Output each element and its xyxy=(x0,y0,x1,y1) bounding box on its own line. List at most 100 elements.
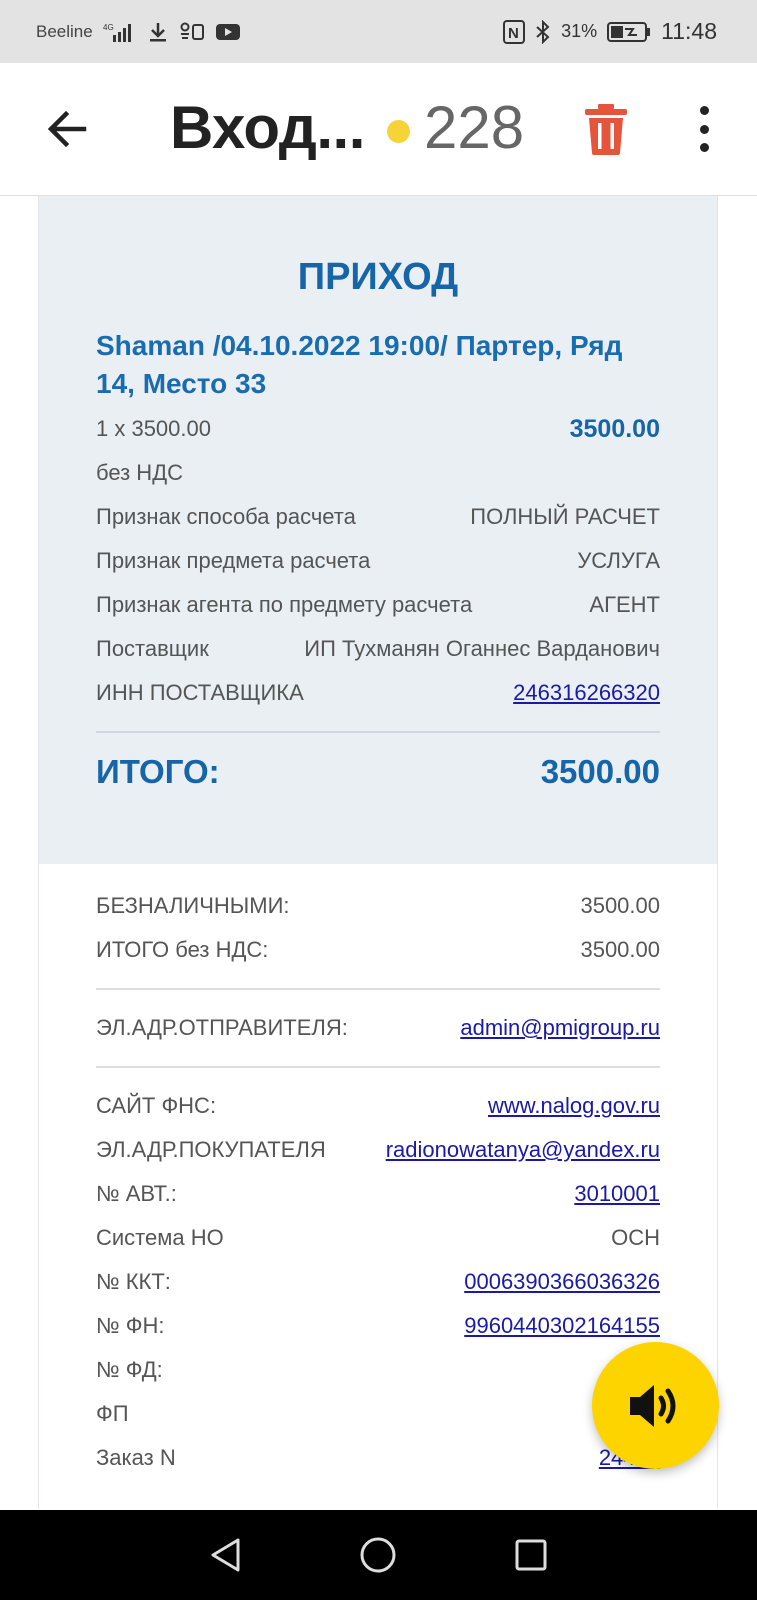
more-menu-button[interactable] xyxy=(690,101,718,157)
sender-row: ЭЛ.АДР.ОТПРАВИТЕЛЯ: admin@pmigroup.ru xyxy=(96,1006,660,1050)
info-row-label: № АВТ.: xyxy=(96,1181,177,1206)
info-row-link[interactable]: www.nalog.gov.ru xyxy=(488,1093,660,1119)
youtube-icon xyxy=(215,23,240,40)
divider xyxy=(96,988,660,990)
info-row: № ФН: 9960440302164155 xyxy=(96,1304,660,1348)
vk-icon xyxy=(180,22,204,40)
vat-label: без НДС xyxy=(96,460,183,485)
svg-text:N: N xyxy=(508,25,519,42)
info-row: ЭЛ.АДР.ПОКУПАТЕЛЯ radionowatanya@yandex.r… xyxy=(96,1128,660,1172)
info-row: № АВТ.: 3010001 xyxy=(96,1172,660,1216)
info-row: № ККТ: 0006390366036326 xyxy=(96,1260,660,1304)
info-row-label: № ККТ: xyxy=(96,1269,171,1294)
back-button[interactable] xyxy=(40,101,96,157)
detail-row-link[interactable]: 246316266320 xyxy=(513,680,660,706)
info-row: № ФД:3 xyxy=(96,1348,660,1392)
detail-row-label: Признак агента по предмету расчета xyxy=(96,592,473,617)
receipt: ПРИХОД Shaman /04.10.2022 19:00/ Партер,… xyxy=(38,196,718,1509)
read-aloud-button[interactable] xyxy=(592,1342,719,1469)
info-row: ФП37420 xyxy=(96,1392,660,1436)
detail-row-label: Признак предмета расчета xyxy=(96,548,371,573)
info-row-label: № ФН: xyxy=(96,1313,165,1338)
bluetooth-icon xyxy=(536,19,550,44)
item-sum: 3500.00 xyxy=(569,414,660,443)
sender-email-link[interactable]: admin@pmigroup.ru xyxy=(460,1015,660,1041)
detail-row-value: АГЕНТ xyxy=(589,592,660,617)
status-bar-right: N 31% 11:48 xyxy=(503,18,717,45)
info-row: САЙТ ФНС: www.nalog.gov.ru xyxy=(96,1084,660,1128)
detail-row-value: ИП Тухманян Оганнес Варданович xyxy=(304,636,660,661)
payments: БЕЗНАЛИЧНЫМИ: 3500.00 ИТОГО без НДС: 3500.0… xyxy=(96,884,660,972)
payment-row-label: ИТОГО без НДС: xyxy=(96,937,269,962)
nav-recents-button[interactable] xyxy=(511,1535,551,1575)
item-details: Признак способа расчета ПОЛНЫЙ РАСЧЕТ Приз… xyxy=(96,495,660,715)
info-row: Система НО ОСН xyxy=(96,1216,660,1260)
total-value: 3500.00 xyxy=(540,753,660,790)
info-row: Заказ N24426 xyxy=(96,1436,660,1480)
total-label: ИТОГО: xyxy=(96,753,220,790)
fiscal-info: САЙТ ФНС: www.nalog.gov.ru ЭЛ.АДР.ПОКУПАТЕ… xyxy=(96,1084,660,1480)
status-bar: Beeline 4G N 31% 11:48 xyxy=(0,0,757,63)
info-row-link[interactable]: 3010001 xyxy=(574,1181,660,1207)
detail-row: Признак агента по предмету расчета АГЕНТ xyxy=(96,583,660,627)
info-row-link[interactable]: 9960440302164155 xyxy=(464,1313,660,1339)
detail-row-label: ИНН ПОСТАВЩИКА xyxy=(96,680,304,705)
payment-row: ИТОГО без НДС: 3500.00 xyxy=(96,928,660,972)
trash-icon xyxy=(585,104,627,155)
vat-row: без НДС xyxy=(96,451,660,495)
info-row-label: № ФД: xyxy=(96,1357,163,1382)
more-dot-icon xyxy=(699,124,709,134)
payment-row: БЕЗНАЛИЧНЫМИ: 3500.00 xyxy=(96,884,660,928)
payment-row-value: 3500.00 xyxy=(580,937,660,962)
sender-label: ЭЛ.АДР.ОТПРАВИТЕЛЯ: xyxy=(96,1015,348,1040)
page-title: Вход... xyxy=(170,94,365,161)
info-row-link[interactable]: radionowatanya@yandex.ru xyxy=(386,1137,660,1163)
detail-row: Признак способа расчета ПОЛНЫЙ РАСЧЕТ xyxy=(96,495,660,539)
recents-square-icon xyxy=(515,1539,547,1571)
download-icon xyxy=(149,22,166,41)
carrier-label: Beeline xyxy=(36,21,93,41)
detail-row: ИНН ПОСТАВЩИКА 246316266320 xyxy=(96,671,660,715)
app-bar: Вход... 228 xyxy=(0,63,757,196)
item-qty-price: 1 x 3500.00 xyxy=(96,416,211,441)
receipt-summary: ПРИХОД Shaman /04.10.2022 19:00/ Партер,… xyxy=(39,196,717,864)
back-triangle-icon xyxy=(211,1538,240,1572)
nfc-icon: N xyxy=(503,19,526,44)
message-count: 228 xyxy=(424,94,525,161)
info-row-label: ЭЛ.АДР.ПОКУПАТЕЛЯ xyxy=(96,1137,326,1162)
detail-row: Поставщик ИП Тухманян Оганнес Варданович xyxy=(96,627,660,671)
detail-row-label: Поставщик xyxy=(96,636,209,661)
payment-row-value: 3500.00 xyxy=(580,893,660,918)
delete-button[interactable] xyxy=(582,101,630,157)
total-row: ИТОГО: 3500.00 xyxy=(96,733,660,811)
status-bar-left: Beeline 4G xyxy=(36,21,241,43)
detail-row-value: ПОЛНЫЙ РАСЧЕТ xyxy=(470,504,660,529)
nav-back-button[interactable] xyxy=(206,1535,246,1575)
signal-icon: 4G xyxy=(103,23,131,42)
svg-text:4G: 4G xyxy=(103,23,114,32)
more-dot-icon xyxy=(699,143,709,152)
divider xyxy=(96,1066,660,1068)
info-row-link[interactable]: 0006390366036326 xyxy=(464,1269,660,1295)
item-name: Shaman /04.10.2022 19:00/ Партер, Ряд 14… xyxy=(96,330,623,399)
speaker-icon xyxy=(629,1384,675,1427)
nav-home-button[interactable] xyxy=(358,1535,398,1575)
detail-row-label: Признак способа расчета xyxy=(96,504,356,529)
detail-row: Признак предмета расчета УСЛУГА xyxy=(96,539,660,583)
clock: 11:48 xyxy=(661,18,717,44)
battery-percent: 31% xyxy=(561,21,598,41)
detail-row-value: УСЛУГА xyxy=(577,548,660,573)
info-row-label: ФП xyxy=(96,1401,129,1426)
home-circle-icon xyxy=(360,1537,396,1573)
system-nav-bar xyxy=(0,1510,757,1600)
unread-dot xyxy=(387,120,410,143)
payment-row-label: БЕЗНАЛИЧНЫМИ: xyxy=(96,893,290,918)
arrow-left-icon xyxy=(47,110,87,148)
info-row-value: ОСН xyxy=(611,1225,660,1250)
battery-icon xyxy=(607,21,651,42)
info-row-label: Заказ N xyxy=(96,1445,176,1470)
info-row-label: САЙТ ФНС: xyxy=(96,1093,217,1118)
info-row-label: Система НО xyxy=(96,1225,224,1250)
receipt-heading: ПРИХОД xyxy=(297,256,459,298)
item-qty-row: 1 x 3500.00 3500.00 xyxy=(96,407,660,451)
